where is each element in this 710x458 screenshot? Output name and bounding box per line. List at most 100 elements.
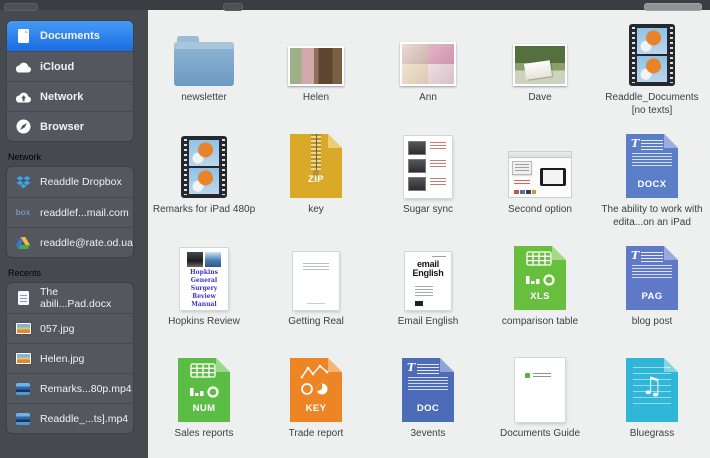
- zip-file-icon: ZIP: [290, 134, 342, 198]
- section-label-network: Network: [8, 152, 148, 162]
- file-tile-documents-guide[interactable]: Documents Guide: [484, 348, 596, 458]
- recent-item-readdle-mp4[interactable]: Readdle_...ts].mp4: [7, 403, 133, 433]
- keynote-file-icon: KEY: [290, 358, 342, 422]
- file-tile-3events[interactable]: T DOC 3events: [372, 348, 484, 458]
- recent-item-docx[interactable]: The abili...Pad.docx: [7, 283, 133, 313]
- file-label: Helen: [263, 92, 369, 105]
- docx-file-icon: T DOCX: [626, 134, 678, 198]
- file-label: Sales reports: [151, 428, 257, 441]
- file-label: 3events: [375, 428, 481, 441]
- sidebar-item-label: iCloud: [40, 61, 74, 73]
- google-drive-icon: [13, 234, 33, 252]
- file-tile-key-zip[interactable]: ZIP key: [260, 124, 372, 236]
- file-label: Documents Guide: [487, 428, 593, 441]
- file-tile-second-option[interactable]: Second option: [484, 124, 596, 236]
- file-label: key: [263, 204, 369, 217]
- file-tile-dave[interactable]: Dave: [484, 12, 596, 124]
- sidebar-nav-group: Documents iCloud Network Browser: [6, 20, 134, 142]
- webpage-thumbnail: [508, 151, 572, 198]
- file-tile-sugar-sync[interactable]: Sugar sync: [372, 124, 484, 236]
- video-file-icon: [13, 380, 33, 398]
- sidebar-item-browser[interactable]: Browser: [7, 111, 133, 141]
- recent-item-057jpg[interactable]: 057.jpg: [7, 313, 133, 343]
- image-file-icon: [13, 350, 33, 368]
- file-label: Dave: [487, 92, 593, 105]
- file-tile-getting-real[interactable]: Getting Real: [260, 236, 372, 348]
- dropbox-icon: [13, 173, 33, 191]
- file-label: Getting Real: [263, 316, 369, 329]
- document-icon: [13, 27, 33, 45]
- file-tile-comparison-table[interactable]: XLS comparison table: [484, 236, 596, 348]
- cloud-icon: [13, 58, 33, 76]
- toolbar-back-button[interactable]: [223, 3, 243, 11]
- file-label: comparison table: [487, 316, 593, 329]
- file-tile-remarks-video[interactable]: Remarks for iPad 480p: [148, 124, 260, 236]
- numbers-file-icon: NUM: [178, 358, 230, 422]
- sidebar: Documents iCloud Network Browser: [0, 10, 148, 458]
- photo-thumbnail: [513, 44, 567, 86]
- network-accounts-group: Readdle Dropbox box readdlef...mail.com …: [6, 166, 134, 258]
- file-tile-hopkins-review[interactable]: Hopkins General Surgery Review Manual Ho…: [148, 236, 260, 348]
- video-file-icon: [13, 410, 33, 428]
- file-grid: newsletter Helen Ann Dave Readdle_Docume…: [148, 10, 710, 458]
- recent-item-label: Helen.jpg: [40, 353, 84, 365]
- file-tile-trade-report[interactable]: KEY Trade report: [260, 348, 372, 458]
- file-tile-ann[interactable]: Ann: [372, 12, 484, 124]
- network-cloud-icon: [13, 88, 33, 106]
- document-cover-thumbnail: [293, 252, 339, 310]
- folder-icon: [174, 42, 234, 86]
- file-label: Readdle_Documents [no texts]: [599, 92, 705, 117]
- sidebar-item-readdle-dropbox[interactable]: Readdle Dropbox: [7, 167, 133, 197]
- doc-file-icon: T DOC: [402, 358, 454, 422]
- file-tile-email-english[interactable]: email English Email English: [372, 236, 484, 348]
- sidebar-item-label: readdlef...mail.com: [40, 207, 129, 219]
- toolbar-edit-button[interactable]: [4, 3, 38, 11]
- file-tile-readdle-documents-video[interactable]: Readdle_Documents [no texts]: [596, 12, 708, 124]
- documents-app-window: Documents iCloud Network Browser: [0, 0, 710, 458]
- recent-item-remarks-mp4[interactable]: Remarks...80p.mp4: [7, 373, 133, 403]
- recent-item-label: Readdle_...ts].mp4: [40, 413, 128, 425]
- file-label: Trade report: [263, 428, 369, 441]
- file-label: Email English: [375, 316, 481, 329]
- xls-file-icon: XLS: [514, 246, 566, 310]
- file-tile-ability-docx[interactable]: T DOCX The ability to work with edita...…: [596, 124, 708, 236]
- sidebar-item-label: readdle@rate.od.ua: [40, 237, 133, 249]
- file-label: Sugar sync: [375, 204, 481, 217]
- sidebar-item-icloud[interactable]: iCloud: [7, 51, 133, 81]
- file-tile-newsletter[interactable]: newsletter: [148, 12, 260, 124]
- recent-item-label: Remarks...80p.mp4: [40, 383, 132, 395]
- toolbar-view-button[interactable]: [644, 3, 702, 11]
- recent-item-label: The abili...Pad.docx: [40, 286, 127, 310]
- file-label: The ability to work with edita...on an i…: [599, 204, 705, 229]
- book-cover-thumbnail: Hopkins General Surgery Review Manual: [180, 248, 228, 310]
- file-label: Hopkins Review: [151, 316, 257, 329]
- sidebar-item-network[interactable]: Network: [7, 81, 133, 111]
- box-icon: box: [13, 204, 33, 222]
- sidebar-item-label: Readdle Dropbox: [40, 176, 122, 188]
- file-label: Bluegrass: [599, 428, 705, 441]
- toolbar: [0, 0, 710, 10]
- file-tile-helen[interactable]: Helen: [260, 12, 372, 124]
- recents-group: The abili...Pad.docx 057.jpg Helen.jpg R…: [6, 282, 134, 434]
- file-label: newsletter: [151, 92, 257, 105]
- file-tile-sales-reports[interactable]: NUM Sales reports: [148, 348, 260, 458]
- audio-file-icon: ♫: [626, 358, 678, 422]
- document-cover-thumbnail: [515, 358, 565, 422]
- sidebar-item-google-drive-account[interactable]: readdle@rate.od.ua: [7, 227, 133, 257]
- image-file-icon: [13, 320, 33, 338]
- compass-icon: [13, 118, 33, 136]
- photo-collage-thumbnail: [400, 42, 456, 86]
- file-label: blog post: [599, 316, 705, 329]
- file-label: Second option: [487, 204, 593, 217]
- sidebar-item-documents[interactable]: Documents: [7, 21, 133, 51]
- pages-file-icon: T PAG: [626, 246, 678, 310]
- section-label-recents: Recents: [8, 268, 148, 278]
- recent-item-helenjpg[interactable]: Helen.jpg: [7, 343, 133, 373]
- sidebar-item-label: Documents: [40, 30, 100, 42]
- file-tile-bluegrass[interactable]: ♫ Bluegrass: [596, 348, 708, 458]
- file-tile-blog-post[interactable]: T PAG blog post: [596, 236, 708, 348]
- recent-item-label: 057.jpg: [40, 323, 74, 335]
- sidebar-item-label: Network: [40, 91, 83, 103]
- file-label: Remarks for iPad 480p: [151, 204, 257, 217]
- sidebar-item-box-account[interactable]: box readdlef...mail.com: [7, 197, 133, 227]
